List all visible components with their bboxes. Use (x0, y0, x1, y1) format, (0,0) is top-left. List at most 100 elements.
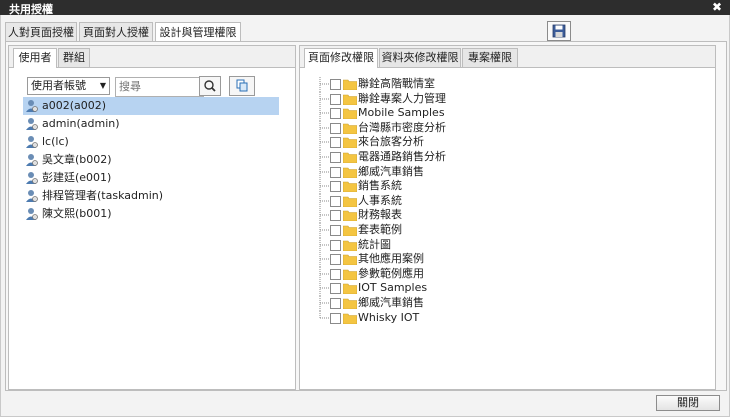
tree-node[interactable]: 財務報表 (316, 208, 616, 224)
tree-node-checkbox[interactable] (330, 108, 341, 120)
tree-node-checkbox[interactable] (330, 166, 341, 178)
tree-node[interactable]: 人事系統 (316, 193, 616, 209)
folder-icon (343, 152, 357, 163)
list-item[interactable]: 排程管理者(taskadmin) (23, 187, 279, 205)
tree-node-label[interactable]: 鄉威汽車銷售 (358, 296, 424, 310)
folder-icon (343, 138, 357, 149)
tree-node-checkbox[interactable] (330, 151, 341, 163)
folder-icon (343, 181, 357, 193)
tree-node[interactable]: 鄉威汽車銷售 (316, 164, 616, 180)
tree-node[interactable]: 其他應用案例 (316, 252, 616, 268)
tree-node[interactable]: 聯銓高階戰情室 (316, 77, 616, 92)
dialog-body: 人對頁面授權 頁面對人授權 設計與管理權限 使用者 群組 使用者帳號 ▼ 搜尋 … (0, 15, 730, 417)
tree-node-checkbox[interactable] (330, 239, 341, 251)
tree-node-label[interactable]: 人事系統 (358, 194, 402, 208)
user-filter-select[interactable]: 使用者帳號 ▼ (27, 77, 110, 95)
tree-node-label[interactable]: 其他應用案例 (358, 252, 424, 266)
tree-node[interactable]: 電器通路銷售分析 (316, 149, 616, 165)
folder-icon (343, 313, 357, 324)
tree-node-checkbox[interactable] (330, 254, 341, 266)
tree-node-label[interactable]: 台灣縣市密度分析 (358, 121, 446, 135)
tree-connector (319, 281, 329, 297)
tree-node[interactable]: 統計圖 (316, 237, 616, 253)
tree-node-checkbox[interactable] (330, 122, 341, 134)
tab-users[interactable]: 使用者 (13, 48, 57, 68)
tab-project-permission[interactable]: 專案權限 (462, 48, 518, 67)
tree-node-checkbox[interactable] (330, 93, 341, 105)
tree-node-label[interactable]: 財務報表 (358, 208, 402, 222)
user-search-input[interactable] (115, 77, 204, 97)
tree-node-label[interactable]: 套表範例 (358, 223, 402, 237)
list-item[interactable]: 彭建廷(e001) (23, 169, 279, 187)
tree-connector (319, 120, 329, 136)
tree-node-checkbox[interactable] (330, 283, 341, 295)
tree-connector (319, 252, 329, 268)
tree-connector (319, 295, 329, 311)
tree-node-checkbox[interactable] (330, 312, 341, 324)
tree-connector (319, 106, 329, 122)
tree-node-label[interactable]: 聯銓專案人力管理 (358, 92, 446, 106)
tab-folder-edit-permission[interactable]: 資料夾修改權限 (379, 48, 461, 67)
tree-node-label[interactable]: 統計圖 (358, 238, 391, 252)
user-icon (26, 100, 38, 112)
tree-node[interactable]: 套表範例 (316, 222, 616, 238)
user-label: 吳文章(b002) (42, 153, 112, 166)
tree-node[interactable]: IOT Samples (316, 281, 616, 297)
user-panel: 使用者 群組 使用者帳號 ▼ 搜尋 a002(a002) admin(admin… (8, 45, 296, 390)
copy-permissions-button[interactable] (229, 76, 255, 96)
tree-node[interactable]: 台灣縣市密度分析 (316, 120, 616, 136)
folder-icon (343, 284, 357, 295)
tree-node-label[interactable]: IOT Samples (358, 281, 427, 295)
tree-node-checkbox[interactable] (330, 297, 341, 309)
tab-design-admin-permissions[interactable]: 設計與管理權限 (155, 22, 241, 43)
tree-node-label[interactable]: 鄉威汽車銷售 (358, 165, 424, 179)
main-frame: 使用者 群組 使用者帳號 ▼ 搜尋 a002(a002) admin(admin… (5, 41, 727, 391)
folder-icon (343, 254, 357, 266)
permission-panel: 頁面修改權限 資料夾修改權限 專案權限 聯銓高階戰情室 聯銓專案人力管理 Mobil… (299, 45, 716, 390)
save-button[interactable] (547, 21, 571, 41)
tree-node[interactable]: 來台旅客分析 (316, 135, 616, 151)
tree-node-label[interactable]: 聯銓高階戰情室 (358, 77, 435, 91)
tab-page-edit-permission[interactable]: 頁面修改權限 (304, 48, 378, 68)
folder-icon (343, 225, 357, 236)
list-item[interactable]: 陳文熙(b001) (23, 205, 279, 223)
close-icon[interactable]: ✖ (712, 0, 722, 14)
tree-node-label[interactable]: 來台旅客分析 (358, 135, 424, 149)
save-icon (552, 24, 566, 38)
tree-node-checkbox[interactable] (330, 137, 341, 149)
tree-node-checkbox[interactable] (330, 79, 341, 90)
list-item[interactable]: a002(a002) (23, 97, 279, 115)
tree-node-checkbox[interactable] (330, 224, 341, 236)
tree-node-label[interactable]: 參數範例應用 (358, 267, 424, 281)
tree-node-checkbox[interactable] (330, 210, 341, 222)
tab-groups[interactable]: 群組 (58, 48, 90, 67)
tree-node-label[interactable]: Whisky IOT (358, 311, 419, 325)
user-label: admin(admin) (42, 117, 120, 130)
tree-node-label[interactable]: 電器通路銷售分析 (358, 150, 446, 164)
tree-connector (319, 266, 329, 282)
list-item[interactable]: 吳文章(b002) (23, 151, 279, 169)
user-icon (26, 208, 38, 220)
tree-node[interactable]: Mobile Samples (316, 106, 616, 122)
tree-node-label[interactable]: Mobile Samples (358, 106, 445, 120)
list-item[interactable]: admin(admin) (23, 115, 279, 133)
tree-connector (319, 77, 329, 92)
list-item[interactable]: lc(lc) (23, 133, 279, 151)
user-label: 陳文熙(b001) (42, 207, 112, 220)
tree-node-label[interactable]: 銷售系統 (358, 179, 402, 193)
tree-node-checkbox[interactable] (330, 181, 341, 193)
tree-connector (319, 149, 329, 165)
tree-connector (319, 237, 329, 253)
close-button[interactable]: 關閉 (656, 395, 720, 411)
tab-page-to-user-auth[interactable]: 人對頁面授權 (5, 22, 77, 42)
search-button[interactable] (199, 76, 221, 96)
tab-user-to-page-auth[interactable]: 頁面對人授權 (79, 22, 153, 42)
folder-icon (343, 123, 357, 134)
tree-node-checkbox[interactable] (330, 268, 341, 280)
tree-node[interactable]: Whisky IOT (316, 310, 616, 326)
tree-node[interactable]: 鄉威汽車銷售 (316, 295, 616, 311)
tree-node-checkbox[interactable] (330, 195, 341, 207)
tree-node[interactable]: 參數範例應用 (316, 266, 616, 282)
tree-node[interactable]: 聯銓專案人力管理 (316, 91, 616, 107)
tree-node[interactable]: 銷售系統 (316, 179, 616, 195)
